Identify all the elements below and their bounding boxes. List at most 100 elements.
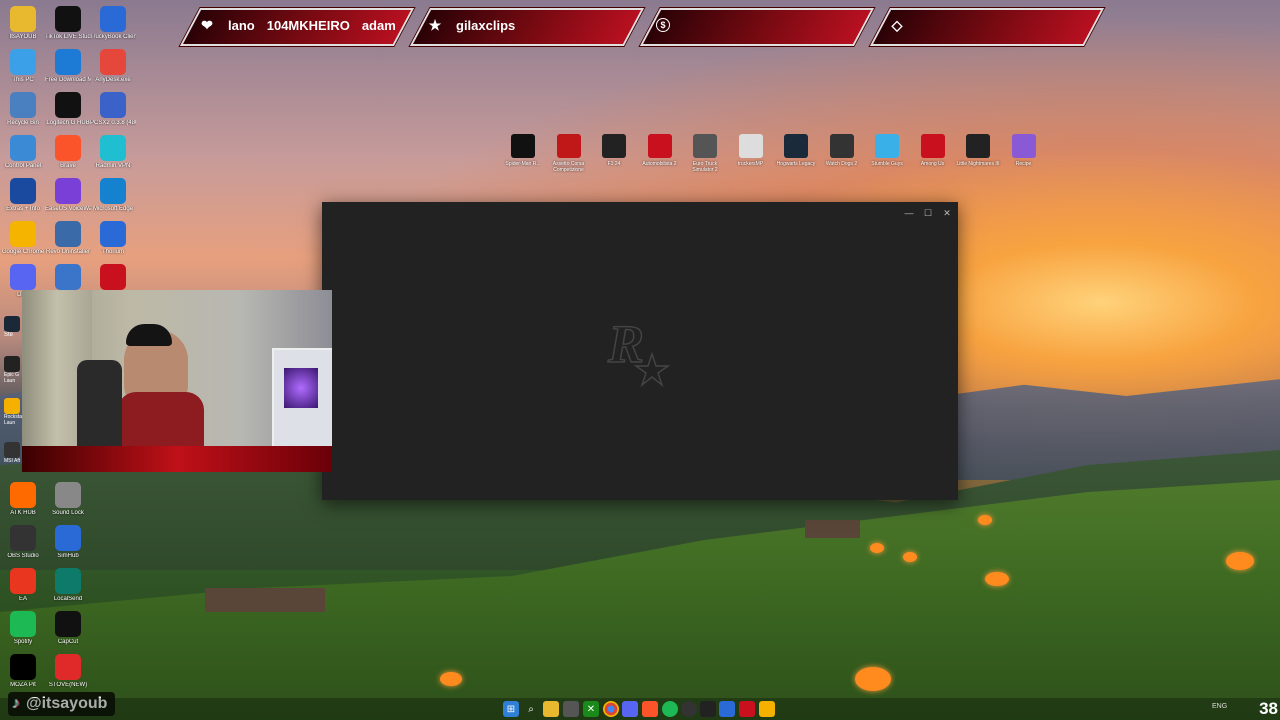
desktop-icon[interactable] [45, 264, 91, 292]
desktop-icon[interactable]: Free Download Manager [45, 49, 91, 84]
banner-slot-follower: ❤ lano 104MKHEIRO adam [198, 8, 396, 42]
game-shortcut-label: Recipe [1015, 161, 1032, 167]
maximize-button[interactable]: ☐ [919, 206, 937, 220]
game-shortcut[interactable]: Hogwarts Legacy [774, 134, 818, 167]
close-button[interactable]: ✕ [938, 206, 956, 220]
desktop-icon[interactable]: LocalSend [45, 568, 91, 603]
desktop-icon[interactable]: SimHub [45, 525, 91, 560]
taskbar-obs-icon[interactable] [681, 701, 697, 717]
game-shortcut[interactable]: Euro Truck Simulator 2 [683, 134, 727, 173]
desktop-icon[interactable]: ItsAYOUB [0, 6, 46, 41]
star-icon: ★ [428, 16, 442, 33]
game-shortcut[interactable]: Assetto Corsa Competizione [547, 134, 591, 173]
localsend-icon [55, 568, 81, 594]
tray-lang[interactable]: ENG [1212, 703, 1227, 710]
taskbar-folder-icon[interactable] [543, 701, 559, 717]
desktop-icon-label: Spotify [13, 639, 33, 645]
desktop-icon[interactable]: MOZA Pit [0, 654, 46, 689]
desktop-icon[interactable] [90, 264, 136, 292]
desktop-icon[interactable]: AnyDesk.exe [90, 49, 136, 84]
clipped-icon-ste[interactable]: Ste [4, 316, 24, 338]
tray-corner-counter: 38 [1259, 699, 1278, 718]
desktop-icon[interactable]: Google Chrome [0, 221, 46, 256]
pcsx2-icon [100, 92, 126, 118]
taskbar-app-icon[interactable] [700, 701, 716, 717]
game-shortcut[interactable]: Automobilista 2 [638, 134, 682, 167]
vpn-icon [100, 135, 126, 161]
game-shortcut[interactable]: Watch Dogs 2 [820, 134, 864, 167]
minimize-button[interactable]: — [900, 206, 918, 220]
taskbar-brave-icon[interactable] [642, 701, 658, 717]
desktop-icon[interactable]: This PC [0, 49, 46, 84]
stove-icon [55, 654, 81, 680]
taskbar-discord-icon[interactable] [622, 701, 638, 717]
taskbar-app-icon-3[interactable] [739, 701, 755, 717]
game-shortcut-icon [1011, 134, 1036, 158]
desktop-icon[interactable]: Logitech G HUB [45, 92, 91, 127]
banner-name: lano [228, 17, 255, 33]
clipped-icon-rockstar[interactable]: Rockstar Laun [4, 398, 24, 426]
start-button[interactable]: ⊞ [503, 701, 519, 717]
game-shortcut-label: Little Nightmares III [956, 161, 1000, 167]
clipped-icon-msi[interactable]: MSI Aft [4, 442, 24, 464]
desktop-icon[interactable]: PCSX2 0.3.8 (4800) [90, 92, 136, 127]
desktop-icon-label: TikTok LIVE Studio [45, 34, 91, 40]
desktop-icon[interactable]: TikTok LIVE Studio [45, 6, 91, 41]
desktop-icon[interactable]: Control Panel [0, 135, 46, 170]
game-shortcut-icon [966, 134, 990, 158]
taskbar-store-icon[interactable] [563, 701, 579, 717]
desktop-icon-label: Extras + Info [6, 206, 40, 212]
desktop-icon[interactable]: EaseUS VoiceWave [45, 178, 91, 213]
game-shortcut[interactable]: Spider-Man R... [501, 134, 545, 167]
desktop-icon-label: MOZA Pit [10, 682, 36, 688]
search-icon[interactable]: ⌕ [523, 701, 539, 717]
desktop-icon-label: PCSX2 0.3.8 (4800) [90, 120, 136, 126]
taskbar-chrome-icon[interactable] [603, 701, 619, 717]
brave-icon [55, 135, 81, 161]
desktop-icon[interactable]: Extras + Info [0, 178, 46, 213]
taskbar-rockstar-icon[interactable] [759, 701, 775, 717]
desktop-icon[interactable]: EA [0, 568, 46, 603]
banner-name: gilaxclips [456, 17, 516, 33]
heart-icon: ❤ [201, 16, 213, 33]
desktop-icon[interactable]: Brave [45, 135, 91, 170]
desktop-icon[interactable]: STOVE(NEW) [45, 654, 91, 689]
desktop-icon[interactable]: Revo Uninstaller [45, 221, 91, 256]
rockstar-logo-icon: R [606, 313, 671, 388]
taskbar-spotify-icon[interactable] [662, 701, 678, 717]
desktop-icon[interactable]: Recycle Bin [0, 92, 46, 127]
hut-2 [805, 520, 860, 538]
taskbar-app-icon-2[interactable] [719, 701, 735, 717]
game-shortcut[interactable]: Among Us [911, 134, 955, 167]
game-shortcut[interactable]: F1 24 [592, 134, 636, 167]
clipped-icon-epic[interactable]: Epic G Laun [4, 356, 24, 384]
desktop-icon[interactable]: CapCut [45, 611, 91, 646]
chrome-icon [10, 221, 36, 247]
game-shortcut-label: Euro Truck Simulator 2 [692, 161, 718, 173]
game-shortcut[interactable]: Recipe [1002, 134, 1046, 167]
game-shortcut[interactable]: truckersMP [729, 134, 773, 167]
webcam-frame-bar [22, 446, 332, 472]
desktop-icon[interactable]: TruckyBook Client [90, 6, 136, 41]
flower [1226, 552, 1254, 570]
rockstar-logo: R [602, 310, 682, 390]
game-shortcut[interactable]: Stumble Guys [865, 134, 909, 167]
rockstar-launcher-window[interactable]: — ☐ ✕ R [322, 202, 958, 500]
game-shortcut[interactable]: Little Nightmares III [956, 134, 1000, 167]
game-shortcut-icon [829, 134, 854, 158]
desktop-icon[interactable]: Microsoft Edge [90, 178, 136, 213]
desktop-icon[interactable]: Radmin VPN [90, 135, 136, 170]
desktop-icon[interactable]: Sound Lock [45, 482, 91, 517]
game-shortcut-label: truckersMP [737, 161, 764, 167]
taskbar-xbox-icon[interactable]: ✕ [583, 701, 599, 717]
desktop-icon[interactable]: Thorium [90, 221, 136, 256]
game-shortcut-label: F1 24 [607, 161, 621, 167]
game-shortcut-label: Spider-Man R... [505, 161, 541, 167]
desktop-icon-label: CapCut [57, 639, 79, 645]
desktop-icon[interactable]: OBS Studio [0, 525, 46, 560]
clipped-label: MSI Aft [4, 458, 21, 464]
desktop-icon-label: Thorium [101, 249, 124, 255]
desktop-icon[interactable]: ATK HUB [0, 482, 46, 517]
desktop-icon[interactable]: Spotify [0, 611, 46, 646]
display-icon [55, 264, 81, 290]
